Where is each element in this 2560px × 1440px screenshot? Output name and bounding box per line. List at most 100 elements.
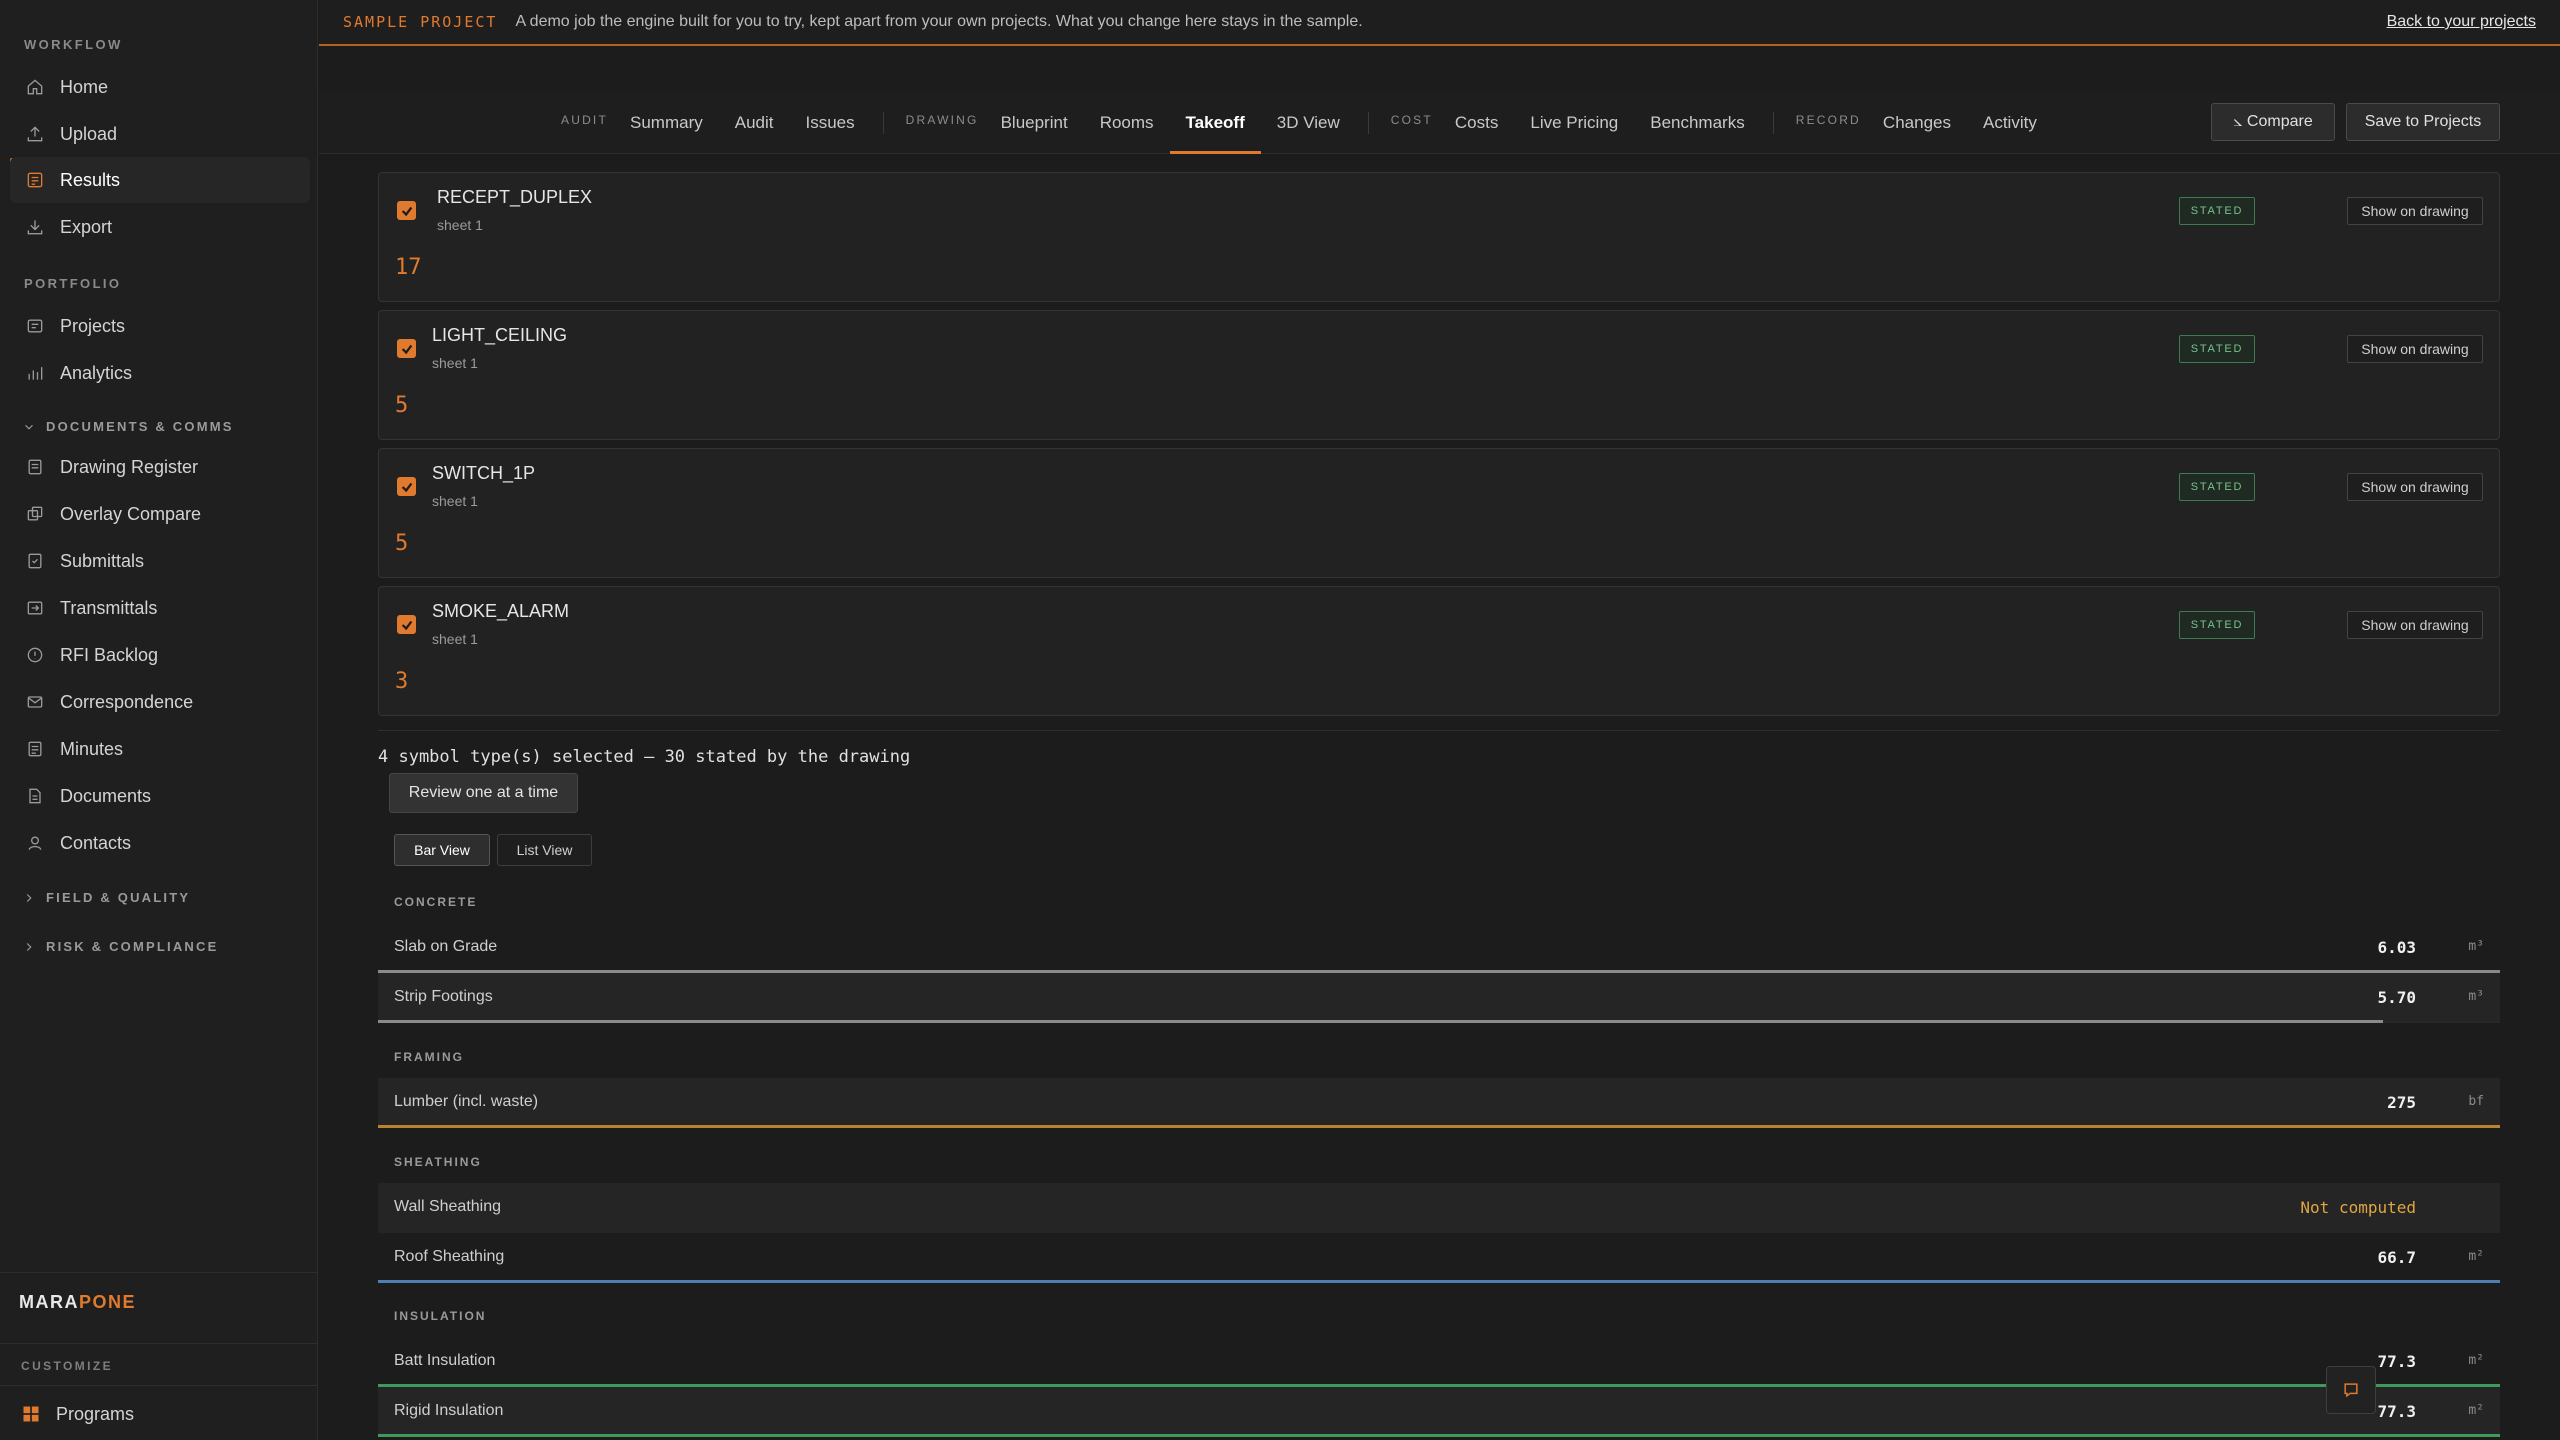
sidebar-item-documents[interactable]: Documents [10,773,310,819]
sidebar-item-overlay-compare[interactable]: Overlay Compare [10,491,310,537]
quantity-name: Lumber (incl. waste) [394,1093,539,1110]
tab-issues[interactable]: Issues [789,92,870,154]
tab-activity[interactable]: Activity [1967,92,2053,154]
quantity-unit: m² [2468,1353,2484,1368]
symbol-count: 3 [395,669,409,694]
tab-blueprint[interactable]: Blueprint [985,92,1084,154]
sidebar-item-transmittals[interactable]: Transmittals [10,585,310,631]
show-on-drawing-button[interactable]: Show on drawing [2347,473,2483,501]
sidebar-item-upload[interactable]: Upload [10,111,310,157]
sidebar-item-results[interactable]: Results [10,157,310,203]
save-to-projects-button[interactable]: Save to Projects [2346,103,2500,141]
sidebar-item-drawing-register[interactable]: Drawing Register [10,444,310,490]
tab-changes[interactable]: Changes [1867,92,1967,154]
show-on-drawing-button[interactable]: Show on drawing [2347,611,2483,639]
tab-live-pricing[interactable]: Live Pricing [1514,92,1634,154]
sidebar-item-label: Programs [56,1403,135,1424]
show-on-drawing-button[interactable]: Show on drawing [2347,335,2483,363]
sidebar-item-projects[interactable]: Projects [10,303,310,349]
tab-costs[interactable]: Costs [1439,92,1514,154]
quantity-row[interactable]: Lumber (incl. waste) 275 bf [378,1078,2500,1128]
quantity-value: 5.70 [2377,988,2416,1007]
list-view-toggle[interactable]: List View [497,834,592,866]
bar-view-toggle[interactable]: Bar View [394,834,490,866]
quantity-unit: bf [2468,1094,2484,1109]
tab-3d-view[interactable]: 3D View [1261,92,1356,154]
mail-icon [24,691,46,713]
symbol-count: 17 [395,255,422,280]
sidebar-item-label: Upload [60,123,118,144]
quantity-unit: m² [2468,1249,2484,1264]
review-one-at-a-time-button[interactable]: Review one at a time [389,773,578,813]
sample-project-banner: SAMPLE PROJECT A demo job the engine bui… [319,0,2560,46]
section-label-workflow: WORKFLOW [24,37,123,52]
status-badge: STATED [2179,473,2255,501]
compare-button[interactable]: ⦣ Compare [2211,103,2335,141]
check-icon [401,482,412,492]
tab-rooms[interactable]: Rooms [1084,92,1170,154]
projects-icon [24,315,46,337]
quantity-value: 77.3 [2377,1352,2416,1371]
symbol-count: 5 [395,393,409,418]
quantity-row[interactable]: Slab on Grade 6.03 m³ [378,923,2500,973]
quantity-row[interactable]: Strip Footings 5.70 m³ [378,973,2500,1023]
quantity-unit: m³ [2468,989,2484,1004]
document-icon [24,456,46,478]
quantity-name: Slab on Grade [394,938,498,955]
sidebar-item-label: Export [60,216,113,237]
quantity-row[interactable]: Roof Sheathing 66.7 m² [378,1233,2500,1283]
chevron-right-icon [26,942,32,951]
quantity-name: Strip Footings [394,988,493,1005]
analytics-icon [24,362,46,384]
tab-separator [1367,112,1369,134]
quantity-bar [378,1434,2500,1437]
sidebar-item-label: RFI Backlog [60,644,159,665]
quantity-value: 77.3 [2377,1402,2416,1421]
sidebar-item-programs[interactable]: Programs [6,1391,306,1437]
tab-benchmarks[interactable]: Benchmarks [1634,92,1760,154]
divider [0,1343,318,1344]
symbol-card: RECEPT_DUPLEX sheet 1 17 STATED Show on … [378,172,2500,302]
quantity-unit: m³ [2468,939,2484,954]
sidebar-item-rfi-backlog[interactable]: RFI Backlog [10,632,310,678]
sidebar-item-export[interactable]: Export [10,204,310,250]
symbol-checkbox[interactable] [397,339,416,358]
symbol-sheet: sheet 1 [432,355,478,371]
chat-button[interactable] [2326,1366,2376,1414]
tab-takeoff[interactable]: Takeoff [1169,92,1261,154]
group-field-quality[interactable]: FIELD & QUALITY [22,890,190,905]
quantity-row[interactable]: Wall Sheathing Not computed [378,1183,2500,1233]
chevron-right-icon [26,893,32,902]
brand-accent-text: PONE [79,1292,137,1312]
symbol-checkbox[interactable] [397,615,416,634]
quantity-row[interactable]: Batt Insulation 77.3 m² [378,1337,2500,1387]
tab-category-audit: AUDIT [561,113,608,127]
info-icon [24,644,46,666]
sidebar-item-home[interactable]: Home [10,64,310,110]
category-insulation: INSULATION [394,1309,487,1323]
sidebar-item-label: Results [60,169,121,190]
sidebar-item-submittals[interactable]: Submittals [10,538,310,584]
group-risk-compliance[interactable]: RISK & COMPLIANCE [22,939,218,954]
symbol-checkbox[interactable] [397,477,416,496]
sidebar-item-contacts[interactable]: Contacts [10,820,310,866]
status-badge: STATED [2179,611,2255,639]
quantity-row[interactable]: Rigid Insulation 77.3 m² [378,1387,2500,1437]
sidebar-item-label: Home [60,76,109,97]
show-on-drawing-button[interactable]: Show on drawing [2347,197,2483,225]
sidebar-item-analytics[interactable]: Analytics [10,350,310,396]
brand-logo: MARAPONE [19,1292,136,1313]
sidebar-item-label: Contacts [60,832,132,853]
sidebar-item-minutes[interactable]: Minutes [10,726,310,772]
group-documents-comms[interactable]: DOCUMENTS & COMMS [22,419,234,434]
tab-summary[interactable]: Summary [614,92,719,154]
divider [378,730,2500,731]
group-label: RISK & COMPLIANCE [46,939,219,954]
tab-separator [882,112,884,134]
sidebar-item-label: Submittals [60,550,145,571]
tab-audit[interactable]: Audit [719,92,790,154]
back-to-projects-link[interactable]: Back to your projects [2387,13,2536,31]
sidebar-item-correspondence[interactable]: Correspondence [10,679,310,725]
symbol-name: SWITCH_1P [432,463,536,483]
symbol-checkbox[interactable] [397,201,416,220]
